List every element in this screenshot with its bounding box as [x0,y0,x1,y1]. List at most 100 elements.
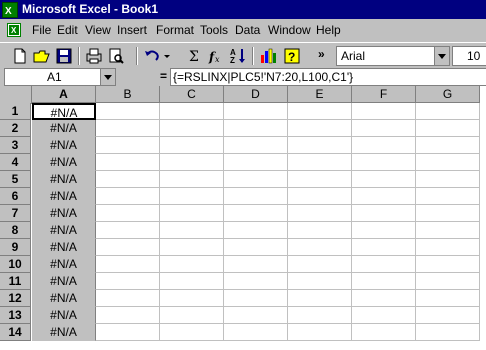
chevron-down-icon[interactable] [434,47,449,65]
workbook-icon[interactable]: X [7,23,21,37]
cell[interactable] [288,222,352,239]
menu-tools[interactable]: Tools [200,23,228,37]
column-header-g[interactable]: G [416,86,480,103]
cell[interactable] [288,154,352,171]
undo-icon[interactable] [142,46,162,66]
cell[interactable] [224,239,288,256]
open-folder-icon[interactable] [32,46,52,66]
column-header-b[interactable]: B [96,86,160,103]
cell[interactable] [160,137,224,154]
cell[interactable] [160,154,224,171]
cell[interactable] [352,273,416,290]
cell[interactable] [416,171,480,188]
sort-ascending-icon[interactable]: AZ [228,46,248,66]
undo-dropdown-icon[interactable] [162,46,172,66]
chart-wizard-icon[interactable] [258,46,278,66]
column-header-e[interactable]: E [288,86,352,103]
row-header[interactable]: 9 [0,239,31,256]
new-document-icon[interactable] [10,46,30,66]
cell[interactable] [224,154,288,171]
cell[interactable] [352,239,416,256]
cell[interactable] [352,222,416,239]
cell[interactable] [224,188,288,205]
cell[interactable] [416,154,480,171]
cell[interactable] [288,205,352,222]
cell[interactable]: #N/A [32,188,96,205]
row-header[interactable]: 11 [0,273,31,290]
cell[interactable] [224,290,288,307]
cell[interactable] [96,239,160,256]
cell[interactable] [288,137,352,154]
print-icon[interactable] [84,46,104,66]
cell[interactable] [160,324,224,341]
paste-function-icon[interactable]: fx [206,46,226,66]
cell[interactable] [160,239,224,256]
cell[interactable] [160,103,224,120]
font-size-select[interactable]: 10 [452,46,486,66]
cell[interactable] [288,103,352,120]
cell[interactable] [352,120,416,137]
help-icon[interactable]: ? [282,46,302,66]
worksheet-grid[interactable]: A B C D E F G 1 #N/A 2 #N/A 3 #N/A 4 #N/A 5 #N/A 6 #N/A 7 #N… [0,86,486,350]
cell[interactable] [96,120,160,137]
row-header[interactable]: 5 [0,171,31,188]
menu-view[interactable]: View [85,23,111,37]
font-name-select[interactable]: Arial [336,46,450,66]
cell[interactable] [96,137,160,154]
excel-app-icon[interactable]: X [2,2,18,18]
name-box[interactable]: A1 [4,68,116,86]
cell[interactable] [224,103,288,120]
edit-formula-button[interactable]: = [160,69,167,83]
cell[interactable] [288,307,352,324]
cell[interactable] [224,324,288,341]
cell[interactable] [224,205,288,222]
cell[interactable]: #N/A [32,239,96,256]
cell[interactable] [288,256,352,273]
cell[interactable]: #N/A [32,154,96,171]
select-all-corner[interactable] [0,86,32,104]
cell[interactable] [352,154,416,171]
cell[interactable] [160,188,224,205]
menu-edit[interactable]: Edit [57,23,78,37]
cell[interactable] [96,205,160,222]
row-header[interactable]: 2 [0,120,31,137]
cell[interactable] [288,171,352,188]
cell[interactable] [416,307,480,324]
cell[interactable] [352,137,416,154]
cell[interactable] [160,171,224,188]
cell[interactable] [96,188,160,205]
cell[interactable] [352,324,416,341]
menu-file[interactable]: File [32,23,51,37]
formula-input[interactable]: {=RSLINX|PLC5!'N7:20,L100,C1'} [170,68,486,86]
cell[interactable] [96,103,160,120]
cell[interactable] [288,188,352,205]
save-icon[interactable] [54,46,74,66]
cell[interactable] [288,273,352,290]
column-header-f[interactable]: F [352,86,416,103]
cell[interactable] [96,154,160,171]
row-header[interactable]: 4 [0,154,31,171]
row-header[interactable]: 8 [0,222,31,239]
cell[interactable] [288,290,352,307]
cell[interactable] [96,171,160,188]
cell[interactable] [352,205,416,222]
cell[interactable] [160,120,224,137]
column-header-c[interactable]: C [160,86,224,103]
print-preview-icon[interactable] [106,46,126,66]
cell[interactable] [224,256,288,273]
cell[interactable] [224,273,288,290]
cell[interactable] [288,120,352,137]
cell[interactable] [160,222,224,239]
menu-format[interactable]: Format [156,23,194,37]
cell[interactable]: #N/A [32,171,96,188]
autosum-icon[interactable]: Σ [184,46,204,66]
cell[interactable] [416,137,480,154]
cell[interactable] [416,222,480,239]
cell[interactable]: #N/A [32,273,96,290]
cell[interactable] [224,137,288,154]
cell[interactable] [224,120,288,137]
cell[interactable] [288,324,352,341]
row-header[interactable]: 7 [0,205,31,222]
cell[interactable]: #N/A [32,137,96,154]
chevron-down-icon[interactable] [100,69,115,85]
